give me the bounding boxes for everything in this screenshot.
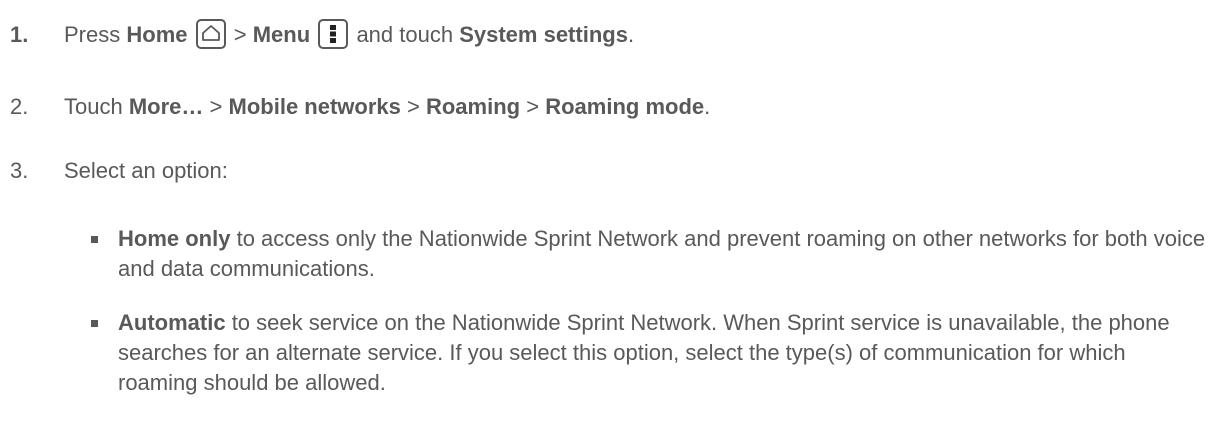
roaming-mode-label: Roaming mode: [545, 94, 705, 119]
option-automatic: Automatic to seek service on the Nationw…: [118, 308, 1208, 398]
separator: >: [233, 22, 247, 47]
document-page: 1. Press Home > Menu and touch System set…: [0, 0, 1215, 429]
option-description: to access only the Nationwide Sprint Net…: [118, 226, 1206, 281]
step-1: 1. Press Home > Menu and touch System set…: [10, 19, 634, 51]
home-label: Home: [126, 22, 188, 47]
system-settings-label: System settings: [459, 22, 628, 47]
step-3: 3. Select an option:: [10, 156, 228, 186]
step-number: 2.: [10, 94, 29, 119]
step-text: and touch: [356, 22, 454, 47]
bullet-icon: [91, 236, 98, 243]
home-icon: [195, 19, 226, 50]
step-text: Touch: [64, 94, 123, 119]
step-number: 3.: [10, 158, 29, 183]
menu-label: Menu: [252, 22, 311, 47]
mobile-networks-label: Mobile networks: [228, 94, 401, 119]
option-description: to seek service on the Nationwide Sprint…: [118, 310, 1170, 395]
roaming-label: Roaming: [425, 94, 521, 119]
menu-icon: [318, 19, 349, 50]
option-home-only: Home only to access only the Nationwide …: [118, 224, 1208, 284]
step-2: 2. Touch More… > Mobile networks > Roamin…: [10, 92, 710, 122]
step-text: Select an option:: [64, 158, 228, 183]
step-text: Press: [64, 22, 121, 47]
bullet-icon: [91, 320, 98, 327]
more-label: More…: [128, 94, 204, 119]
option-term: Automatic: [118, 310, 226, 335]
step-number: 1.: [10, 22, 29, 47]
option-term: Home only: [118, 226, 231, 251]
